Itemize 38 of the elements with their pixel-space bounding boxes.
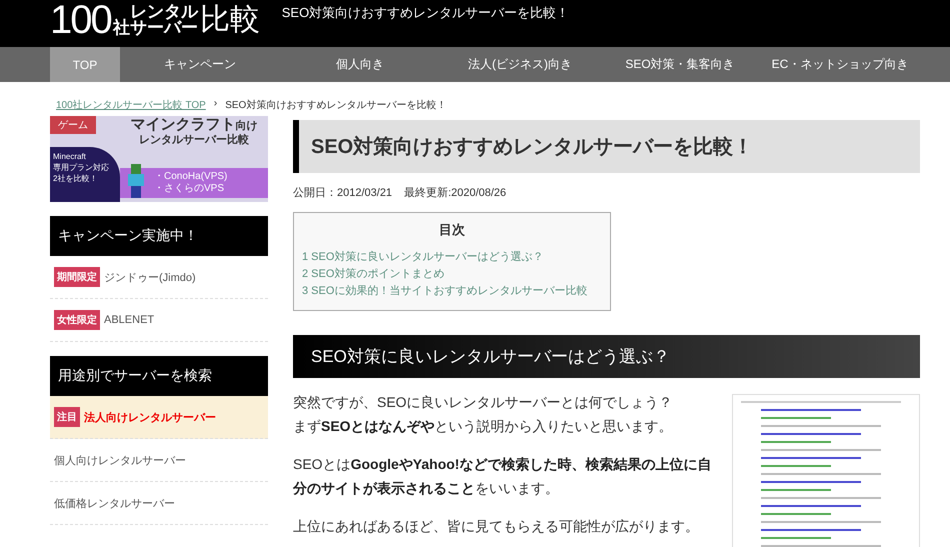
banner-side-text: Minecraft 専用プラン対応 2社を比較！ <box>50 147 120 202</box>
breadcrumb-current: SEO対策向けおすすめレンタルサーバーを比較！ <box>225 98 446 112</box>
banner-subtitle: レンタルサーバー比較 <box>139 133 249 147</box>
sidebar-link[interactable]: ジンドゥー(Jimdo) <box>104 270 196 284</box>
nav-item[interactable]: 法人(ビジネス)向き <box>440 47 600 82</box>
blocky-figure-icon <box>128 164 144 198</box>
article-text: 突然ですが、SEOに良いレンタルサーバーとは何でしょう？ <box>293 393 674 412</box>
toc-title: 目次 <box>438 221 466 239</box>
sidebar-section-title: キャンペーン実施中！ <box>50 216 268 256</box>
sidebar-link[interactable]: ABLENET <box>104 314 154 326</box>
sidebar-link[interactable]: 個人向けレンタルサーバー <box>54 452 186 468</box>
breadcrumb-link[interactable]: 100社レンタルサーバー比較 TOP <box>56 98 206 112</box>
label-badge: 女性限定 <box>54 310 100 330</box>
minecraft-banner[interactable]: ゲーム マインクラフト 向け レンタルサーバー比較 Minecraft 専用プラン対応 2社を比較！ ・ConoHa(VPS) ・さくらのVPS <box>50 116 268 202</box>
label-badge: 注目 <box>54 407 80 427</box>
nav-item[interactable]: キャンペーン <box>120 47 280 82</box>
sidebar-link[interactable]: 法人向けレンタルサーバー <box>84 410 216 424</box>
banner-tag: ゲーム <box>50 116 96 134</box>
updated-date: 最終更新:2020/08/26 <box>404 186 506 200</box>
sidebar-link[interactable]: 低価格レンタルサーバー <box>54 496 175 510</box>
sidebar-section-title: 用途別でサーバーを検索 <box>50 356 268 396</box>
toc-link[interactable]: 2 SEO対策のポイントまとめ <box>302 266 602 283</box>
nav-item[interactable]: 個人向き <box>280 47 440 82</box>
breadcrumb-separator: › <box>214 98 218 111</box>
article-text: まずSEOとはなんぞやという説明から入りたいと思います。 <box>293 417 674 436</box>
toc-link[interactable]: 3 SEOに効果的！当サイトおすすめレンタルサーバー比較 <box>302 283 602 300</box>
published-date: 公開日：2012/03/21 <box>293 186 392 200</box>
nav-item[interactable]: EC・ネットショップ向き <box>760 47 920 82</box>
toc-link[interactable]: 1 SEO対策に良いレンタルサーバーはどう選ぶ？ <box>302 249 602 266</box>
article-title: SEO対策向けおすすめレンタルサーバーを比較！ <box>293 120 920 173</box>
article-text: 上位にあればあるほど、皆に見てもらえる可能性が広がります。 <box>293 517 700 536</box>
banner-server-list: ・ConoHa(VPS) ・さくらのVPS <box>120 168 268 198</box>
site-tagline: SEO対策向けおすすめレンタルサーバーを比較！ <box>282 4 570 22</box>
nav-item[interactable]: SEO対策・集客向き <box>600 47 760 82</box>
banner-title: マインクラフト 向け <box>130 116 258 133</box>
section-heading: SEO対策に良いレンタルサーバーはどう選ぶ？ <box>293 335 920 378</box>
article-text: SEOとはGoogleやYahoo!などで検索した時、検索結果の上位に自分のサイトが表示されることをいいます。 <box>293 455 712 498</box>
label-badge: 期間限定 <box>54 267 100 287</box>
